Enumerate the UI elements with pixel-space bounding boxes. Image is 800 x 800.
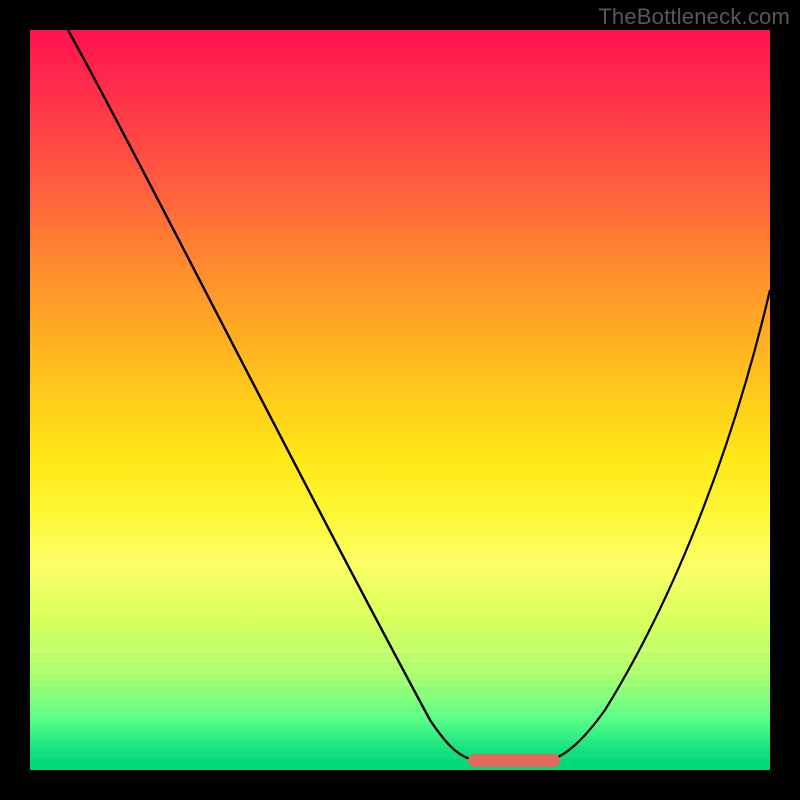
optimal-range-marker: [468, 754, 560, 767]
bottleneck-curve: [30, 30, 770, 770]
watermark-text: TheBottleneck.com: [598, 4, 790, 30]
plot-area: [30, 30, 770, 770]
chart-frame: TheBottleneck.com: [0, 0, 800, 800]
